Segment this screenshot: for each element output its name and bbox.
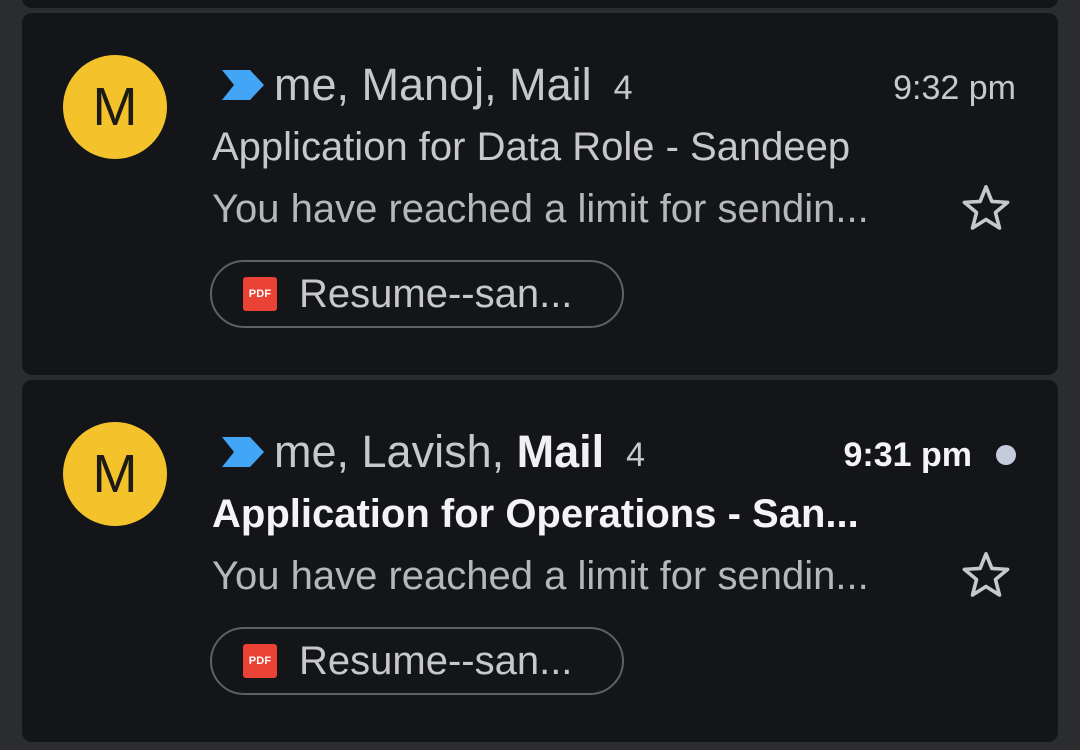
email-snippet: You have reached a limit for sendin... <box>212 187 869 231</box>
important-marker-icon[interactable] <box>220 68 266 102</box>
attachment-chip[interactable]: PDF Resume--san... <box>210 627 624 695</box>
sender-names: me, Lavish, Mail <box>274 426 605 477</box>
attachment-chip[interactable]: PDF Resume--san... <box>210 260 624 328</box>
email-subject: Application for Data Role - Sandeep <box>212 125 851 169</box>
unread-indicator <box>996 445 1016 465</box>
email-time: 9:31 pm <box>843 436 973 474</box>
thread-count: 4 <box>613 68 633 107</box>
email-item[interactable]: M me, Lavish, Mail 4 9:31 pm Application… <box>22 380 1058 742</box>
sender-avatar[interactable]: M <box>63 55 167 159</box>
email-snippet: You have reached a limit for sendin... <box>212 554 869 598</box>
attachment-name: Resume--san... <box>299 271 573 316</box>
star-outline-icon[interactable] <box>959 548 1013 602</box>
sender-names: me, Manoj, Mail <box>274 59 592 110</box>
email-subject: Application for Operations - San... <box>212 492 859 536</box>
email-time: 9:32 pm <box>893 69 1016 107</box>
thread-count: 4 <box>626 435 646 474</box>
pdf-file-icon: PDF <box>243 277 277 311</box>
email-item[interactable]: M me, Manoj, Mail 4 9:32 pm Application … <box>22 13 1058 375</box>
sender-row: me, Manoj, Mail 4 <box>220 57 633 113</box>
email-list: M me, Manoj, Mail 4 9:32 pm Application … <box>0 0 1080 750</box>
important-marker-icon[interactable] <box>220 435 266 469</box>
attachment-name: Resume--san... <box>299 638 573 683</box>
sender-row: me, Lavish, Mail 4 <box>220 424 645 480</box>
previous-email-card[interactable] <box>22 0 1058 8</box>
sender-avatar[interactable]: M <box>63 422 167 526</box>
star-outline-icon[interactable] <box>959 181 1013 235</box>
pdf-file-icon: PDF <box>243 644 277 678</box>
